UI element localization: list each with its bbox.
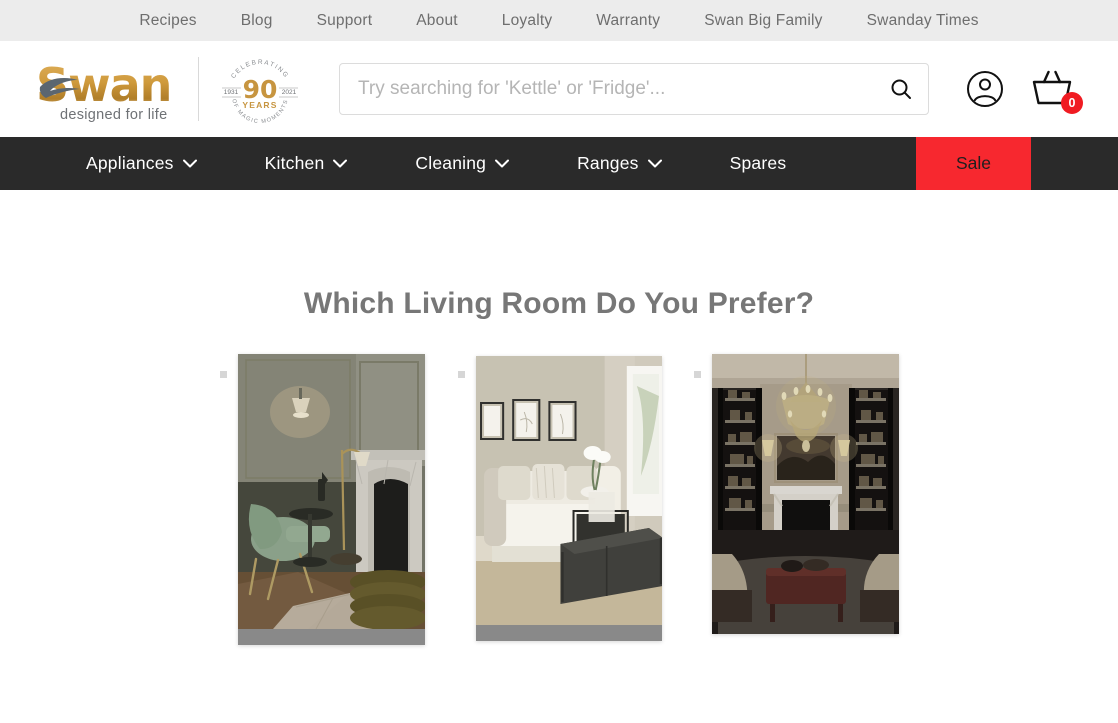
svg-text:YEARS: YEARS <box>242 100 277 110</box>
living-room-card-1[interactable] <box>237 354 425 645</box>
search-icon <box>891 79 911 99</box>
main-navigation: Appliances Kitchen Cleaning Ranges Spare <box>0 137 1118 190</box>
cart-button[interactable]: 0 <box>1030 69 1083 114</box>
page-content: Which Living Room Do You Prefer? <box>0 287 1118 645</box>
neutral-beige-living-room-image <box>475 356 662 625</box>
living-room-card-2[interactable] <box>475 356 662 641</box>
nav-item-label: Ranges <box>577 153 639 173</box>
card-slot-1 <box>219 354 425 645</box>
nav-items: Appliances Kitchen Cleaning Ranges Spare <box>86 137 854 190</box>
card-slot-2 <box>457 354 662 641</box>
cart-count-badge: 0 <box>1061 92 1083 114</box>
site-logo[interactable]: Swan designed for life CELEBRATING OF MA… <box>36 52 303 126</box>
anniversary-badge: CELEBRATING OF MAGIC MOMENTS 90 YEARS 19… <box>217 50 303 128</box>
swan-logo-mark: Swan designed for life <box>36 56 184 123</box>
topbar-link-loyalty[interactable]: Loyalty <box>480 0 575 41</box>
nav-item-ranges[interactable]: Ranges <box>577 137 694 190</box>
topbar-link-support[interactable]: Support <box>295 0 395 41</box>
nav-item-appliances[interactable]: Appliances <box>86 137 229 190</box>
logo-divider <box>198 57 199 121</box>
card-slot-3 <box>693 354 899 634</box>
nav-sale-label: Sale <box>955 153 992 173</box>
nav-item-label: Kitchen <box>264 153 325 173</box>
sage-green-living-room-image <box>237 354 425 629</box>
topbar-link-warranty[interactable]: Warranty <box>574 0 682 41</box>
search-button[interactable] <box>874 64 928 114</box>
card-caption-bar <box>237 629 425 645</box>
top-utility-bar: Recipes Blog Support About Loyalty Warra… <box>0 0 1118 41</box>
svg-text:2021: 2021 <box>282 89 297 96</box>
swan-bird-icon <box>39 78 80 98</box>
nav-item-label: Appliances <box>86 153 174 173</box>
living-room-card-3[interactable] <box>711 354 899 634</box>
chevron-down-icon <box>495 159 510 168</box>
nav-item-label: Spares <box>729 153 787 173</box>
living-room-card-list <box>0 354 1118 645</box>
header-actions: 0 <box>966 69 1090 114</box>
list-bullet-icon <box>219 371 227 378</box>
topbar-link-swan-big-family[interactable]: Swan Big Family <box>682 0 844 41</box>
nav-item-cleaning[interactable]: Cleaning <box>415 137 541 190</box>
nav-item-label: Cleaning <box>415 153 487 173</box>
topbar-link-recipes[interactable]: Recipes <box>117 0 218 41</box>
chevron-down-icon <box>333 159 348 168</box>
topbar-link-swanday-times[interactable]: Swanday Times <box>845 0 1001 41</box>
account-button[interactable] <box>966 70 1004 108</box>
nav-item-spares[interactable]: Spares <box>730 137 819 190</box>
user-account-icon <box>967 71 1003 107</box>
topbar-link-blog[interactable]: Blog <box>219 0 295 41</box>
search-input[interactable] <box>340 78 874 100</box>
search-bar[interactable] <box>339 63 929 115</box>
nav-item-kitchen[interactable]: Kitchen <box>265 137 380 190</box>
chevron-down-icon <box>182 159 197 168</box>
chevron-down-icon <box>647 159 662 168</box>
list-bullet-icon <box>693 371 701 378</box>
nav-item-sale[interactable]: Sale <box>916 137 1031 190</box>
svg-text:1931: 1931 <box>224 89 239 96</box>
list-bullet-icon <box>457 371 465 378</box>
topbar-link-about[interactable]: About <box>394 0 480 41</box>
logo-tagline: designed for life <box>60 107 168 123</box>
classic-chandelier-living-room-image <box>711 354 899 634</box>
page-title: Which Living Room Do You Prefer? <box>303 287 815 320</box>
site-header: Swan designed for life CELEBRATING OF MA… <box>0 41 1118 137</box>
card-caption-bar <box>475 625 662 641</box>
